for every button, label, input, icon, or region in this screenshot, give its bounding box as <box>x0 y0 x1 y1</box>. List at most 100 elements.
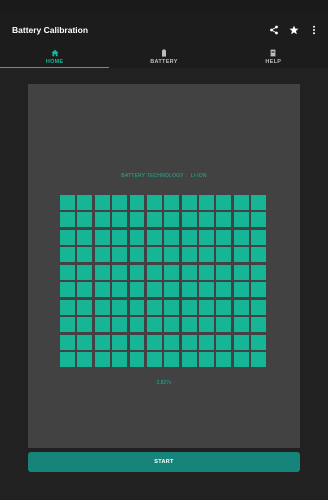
battery-cell <box>94 212 110 228</box>
battery-cell <box>251 334 266 350</box>
battery-cell <box>164 229 180 245</box>
battery-cell <box>94 299 110 315</box>
battery-cell <box>77 247 93 263</box>
tab-battery[interactable]: BATTERY <box>109 48 218 68</box>
battery-cell <box>233 212 249 228</box>
tab-help-label: HELP <box>265 59 282 65</box>
battery-cell <box>129 282 145 298</box>
battery-cell <box>60 247 75 263</box>
battery-cell <box>164 195 180 210</box>
battery-cell <box>77 317 93 333</box>
battery-cell <box>60 317 75 333</box>
battery-cell <box>146 352 162 367</box>
battery-cell <box>129 352 145 367</box>
battery-cell <box>60 195 75 210</box>
battery-cell <box>233 229 249 245</box>
battery-cell <box>164 334 180 350</box>
battery-cell <box>77 334 93 350</box>
battery-cell <box>77 352 93 367</box>
battery-icon <box>109 49 218 58</box>
battery-cell <box>129 212 145 228</box>
battery-cell <box>233 299 249 315</box>
battery-cell <box>199 317 214 333</box>
book-icon <box>219 49 328 58</box>
battery-cell <box>164 247 180 263</box>
battery-cell <box>181 195 197 210</box>
battery-cell <box>251 299 266 315</box>
battery-cell <box>77 212 93 228</box>
battery-cell <box>164 352 180 367</box>
battery-cell <box>216 282 232 298</box>
battery-cell <box>199 334 214 350</box>
battery-cell <box>112 282 127 298</box>
battery-cell <box>146 212 162 228</box>
battery-cell <box>60 264 75 280</box>
battery-cell <box>146 334 162 350</box>
home-content: BATTERY TECHNOLOGY : LI-ION 3.827v START <box>0 68 328 500</box>
app-bar-actions <box>268 24 320 36</box>
battery-cell <box>112 352 127 367</box>
battery-cell <box>251 282 266 298</box>
tab-home[interactable]: HOME <box>0 48 110 68</box>
battery-cell <box>216 299 232 315</box>
battery-cell-grid <box>60 195 266 367</box>
battery-cell <box>112 247 127 263</box>
share-icon[interactable] <box>268 24 280 36</box>
battery-technology-value: LI-ION <box>190 173 207 179</box>
app-title: Battery Calibration <box>12 25 89 35</box>
star-icon[interactable] <box>288 24 300 36</box>
battery-cell <box>129 299 145 315</box>
battery-cell <box>112 299 127 315</box>
battery-cell <box>181 264 197 280</box>
tab-battery-label: BATTERY <box>150 59 178 65</box>
battery-cell <box>199 212 214 228</box>
battery-cell <box>146 299 162 315</box>
battery-cell <box>181 334 197 350</box>
battery-cell <box>199 299 214 315</box>
battery-cell <box>216 212 232 228</box>
battery-cell <box>251 229 266 245</box>
battery-cell <box>199 229 214 245</box>
battery-cell <box>251 212 266 228</box>
battery-cell <box>164 282 180 298</box>
more-icon[interactable] <box>308 24 320 36</box>
battery-cell <box>94 264 110 280</box>
battery-cell <box>164 212 180 228</box>
start-button[interactable]: START <box>28 452 300 472</box>
battery-cell <box>199 195 214 210</box>
battery-cell <box>216 352 232 367</box>
battery-cell <box>94 282 110 298</box>
battery-cell <box>77 282 93 298</box>
battery-cell <box>251 352 266 367</box>
status-bar <box>0 0 328 14</box>
battery-cell <box>199 264 214 280</box>
battery-voltage: 3.827v <box>156 380 172 386</box>
battery-cell <box>94 334 110 350</box>
battery-cell <box>129 195 145 210</box>
battery-cell <box>233 334 249 350</box>
battery-cell <box>216 195 232 210</box>
battery-cell <box>199 352 214 367</box>
battery-cell <box>181 299 197 315</box>
battery-cell <box>94 195 110 210</box>
battery-cell <box>216 317 232 333</box>
battery-cell <box>164 299 180 315</box>
battery-cell <box>181 247 197 263</box>
battery-cell <box>112 195 127 210</box>
battery-cell <box>60 229 75 245</box>
battery-cell <box>146 264 162 280</box>
battery-cell <box>146 247 162 263</box>
battery-cell <box>251 317 266 333</box>
battery-cell <box>129 264 145 280</box>
battery-cell <box>129 317 145 333</box>
battery-technology-label: BATTERY TECHNOLOGY : <box>121 173 187 179</box>
battery-cell <box>94 317 110 333</box>
battery-cell <box>94 247 110 263</box>
battery-cell <box>199 282 214 298</box>
battery-cell <box>233 352 249 367</box>
tab-help[interactable]: HELP <box>219 48 328 68</box>
battery-cell <box>216 264 232 280</box>
battery-cell <box>164 264 180 280</box>
battery-cell <box>112 212 127 228</box>
battery-cell <box>181 229 197 245</box>
